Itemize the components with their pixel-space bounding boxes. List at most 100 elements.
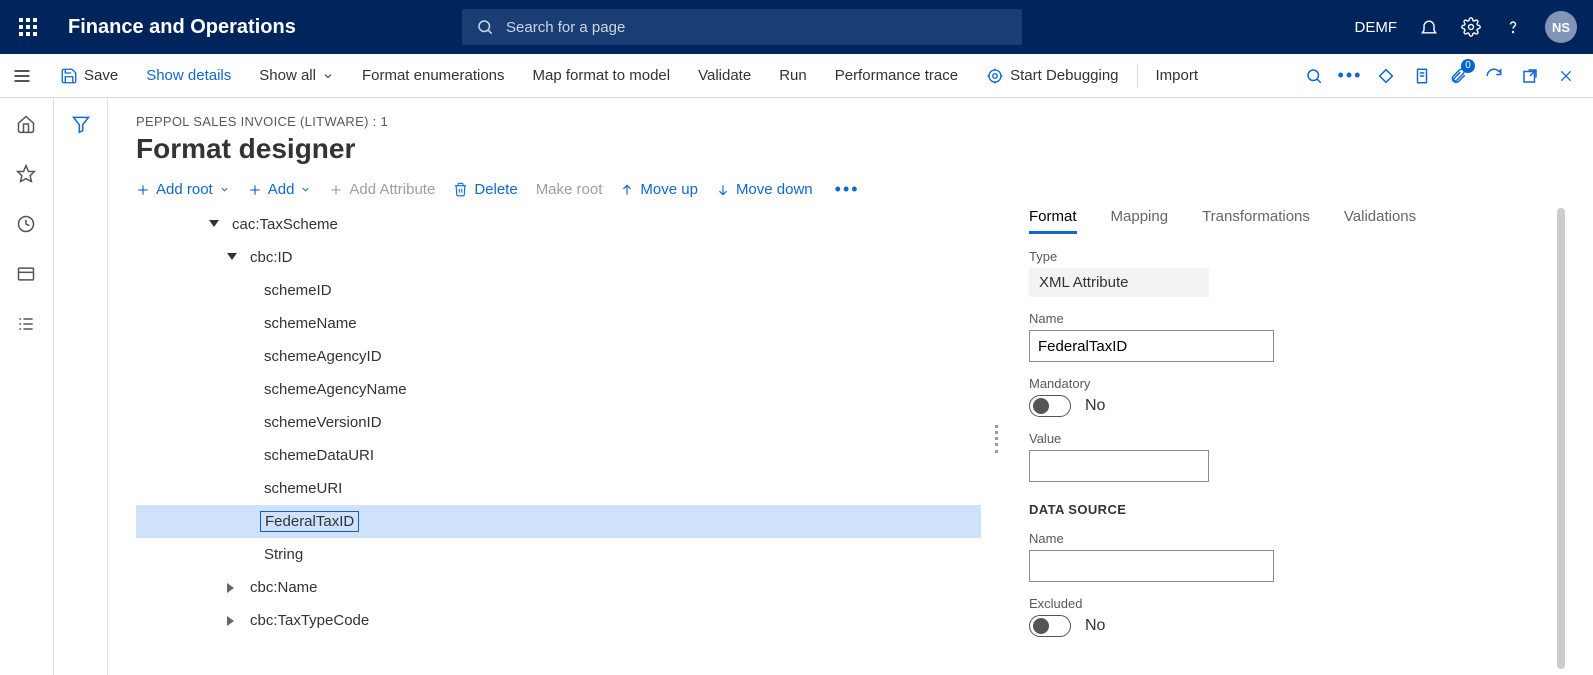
tab-validations[interactable]: Validations xyxy=(1344,208,1416,234)
tree-node-cbcname[interactable]: cbc:Name xyxy=(136,571,981,604)
popout-icon[interactable] xyxy=(1519,65,1541,87)
tree-node-string[interactable]: String xyxy=(136,538,981,571)
tab-transformations[interactable]: Transformations xyxy=(1202,208,1310,234)
tree-node-taxscheme[interactable]: cac:TaxScheme xyxy=(136,208,981,241)
action-bar: Save Show details Show all Format enumer… xyxy=(0,54,1593,98)
tree-label: schemeAgencyName xyxy=(260,380,411,399)
datasource-section: DATA SOURCE xyxy=(1029,502,1565,517)
tree-label: schemeName xyxy=(260,314,361,333)
tree-label: cbc:Name xyxy=(246,578,322,597)
tree-node-schemeagencyname[interactable]: schemeAgencyName xyxy=(136,373,981,406)
tree-label: cac:TaxScheme xyxy=(228,215,342,234)
tab-format[interactable]: Format xyxy=(1029,208,1077,234)
excluded-value: No xyxy=(1085,617,1105,635)
search-input[interactable] xyxy=(506,19,1008,36)
attachment-icon[interactable]: 0 xyxy=(1447,65,1469,87)
app-launcher-icon[interactable] xyxy=(16,15,40,39)
move-up-label: Move up xyxy=(640,181,698,198)
diamond-icon[interactable] xyxy=(1375,65,1397,87)
show-details-button[interactable]: Show details xyxy=(132,54,245,97)
modules-icon[interactable] xyxy=(16,314,38,336)
expand-icon[interactable] xyxy=(224,613,240,629)
document-icon[interactable] xyxy=(1411,65,1433,87)
move-down-button[interactable]: Move down xyxy=(716,181,813,198)
tree-toolbar: Add root Add Add Attribute Delete Make r… xyxy=(136,179,1565,208)
tree-more-icon[interactable]: ••• xyxy=(831,179,864,200)
properties-panel: Format Mapping Transformations Validatio… xyxy=(1005,208,1565,669)
star-icon[interactable] xyxy=(16,164,38,186)
gear-icon[interactable] xyxy=(1461,17,1481,37)
collapse-icon[interactable] xyxy=(206,217,222,233)
recent-icon[interactable] xyxy=(16,214,38,236)
ds-name-input[interactable] xyxy=(1029,550,1274,582)
tree-node-schemedatauri[interactable]: schemeDataURI xyxy=(136,439,981,472)
splitter-handle[interactable] xyxy=(989,208,1005,669)
name-input[interactable] xyxy=(1029,330,1274,362)
split-area: cac:TaxScheme cbc:ID schemeID schemeName… xyxy=(136,208,1565,669)
tree-label: schemeID xyxy=(260,281,336,300)
tree-node-schemename[interactable]: schemeName xyxy=(136,307,981,340)
make-root-button: Make root xyxy=(536,181,603,198)
tree-node-cbctaxtypecode[interactable]: cbc:TaxTypeCode xyxy=(136,604,981,637)
start-debugging-button[interactable]: Start Debugging xyxy=(972,54,1132,97)
tree-node-schemeuri[interactable]: schemeURI xyxy=(136,472,981,505)
format-enumerations-button[interactable]: Format enumerations xyxy=(348,54,519,97)
refresh-icon[interactable] xyxy=(1483,65,1505,87)
expand-icon[interactable] xyxy=(224,580,240,596)
scrollbar[interactable] xyxy=(1557,208,1565,669)
save-label: Save xyxy=(84,67,118,84)
home-icon[interactable] xyxy=(16,114,38,136)
validate-button[interactable]: Validate xyxy=(684,54,765,97)
delete-button[interactable]: Delete xyxy=(453,181,517,198)
type-value: XML Attribute xyxy=(1029,268,1209,297)
help-icon[interactable] xyxy=(1503,17,1523,37)
delete-label: Delete xyxy=(474,181,517,198)
save-button[interactable]: Save xyxy=(46,54,132,97)
search-action-icon[interactable] xyxy=(1303,65,1325,87)
add-attribute-label: Add Attribute xyxy=(349,181,435,198)
tree-label: schemeDataURI xyxy=(260,446,378,465)
run-button[interactable]: Run xyxy=(765,54,821,97)
start-debugging-label: Start Debugging xyxy=(1010,67,1118,84)
company-selector[interactable]: DEMF xyxy=(1354,19,1397,36)
value-input[interactable] xyxy=(1029,450,1209,482)
search-icon xyxy=(476,18,494,36)
tree-label: cbc:TaxTypeCode xyxy=(246,611,373,630)
tree-node-schemeid[interactable]: schemeID xyxy=(136,274,981,307)
add-root-button[interactable]: Add root xyxy=(136,181,230,198)
value-label: Value xyxy=(1029,431,1565,446)
tab-mapping[interactable]: Mapping xyxy=(1111,208,1169,234)
tree-label: FederalTaxID xyxy=(260,511,359,532)
mandatory-value: No xyxy=(1085,397,1105,415)
nav-toggle-icon[interactable] xyxy=(12,66,32,86)
tree-node-schemeagencyid[interactable]: schemeAgencyID xyxy=(136,340,981,373)
main-content: PEPPOL SALES INVOICE (LITWARE) : 1 Forma… xyxy=(108,98,1593,675)
performance-trace-button[interactable]: Performance trace xyxy=(821,54,972,97)
collapse-icon[interactable] xyxy=(224,250,240,266)
import-button[interactable]: Import xyxy=(1142,54,1213,97)
add-root-label: Add root xyxy=(156,181,213,198)
ds-name-label: Name xyxy=(1029,531,1565,546)
attachment-badge: 0 xyxy=(1461,59,1475,73)
left-nav-rail xyxy=(0,98,54,675)
mandatory-toggle[interactable] xyxy=(1029,395,1071,417)
workspace: PEPPOL SALES INVOICE (LITWARE) : 1 Forma… xyxy=(0,98,1593,675)
tree-label: String xyxy=(260,545,307,564)
tree-node-cbcid[interactable]: cbc:ID xyxy=(136,241,981,274)
show-all-button[interactable]: Show all xyxy=(245,54,348,97)
global-search[interactable] xyxy=(462,9,1022,45)
bell-icon[interactable] xyxy=(1419,17,1439,37)
tree-label: schemeVersionID xyxy=(260,413,386,432)
excluded-toggle[interactable] xyxy=(1029,615,1071,637)
tree-node-schemeversionid[interactable]: schemeVersionID xyxy=(136,406,981,439)
filter-icon[interactable] xyxy=(71,114,91,675)
close-icon[interactable] xyxy=(1555,65,1577,87)
tree-node-federaltaxid[interactable]: FederalTaxID xyxy=(136,505,981,538)
move-up-button[interactable]: Move up xyxy=(620,181,698,198)
more-actions-icon[interactable]: ••• xyxy=(1339,65,1361,87)
map-format-button[interactable]: Map format to model xyxy=(519,54,685,97)
add-attribute-button: Add Attribute xyxy=(329,181,435,198)
add-button[interactable]: Add xyxy=(248,181,312,198)
workspace-icon[interactable] xyxy=(16,264,38,286)
avatar[interactable]: NS xyxy=(1545,11,1577,43)
